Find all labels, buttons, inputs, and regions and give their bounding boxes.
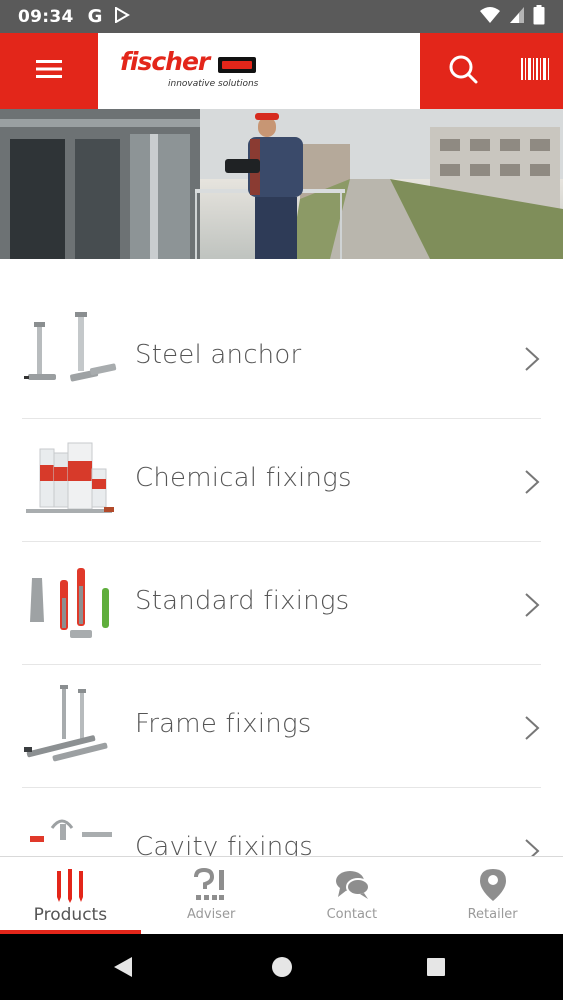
back-triangle-icon — [114, 957, 132, 977]
category-label: Chemical fixings — [135, 463, 352, 493]
bottom-navigation: Products Adviser Contact Retailer — [0, 856, 563, 935]
nav-label: Products — [33, 905, 108, 925]
brand-name: fischer — [120, 47, 210, 76]
battery-icon — [533, 4, 545, 29]
category-list: Steel anchor Chemical fixings Standard f… — [0, 296, 563, 911]
barcode-scan-button[interactable] — [506, 33, 563, 109]
list-item-steel-anchor[interactable]: Steel anchor — [22, 296, 541, 419]
nav-label: Retailer — [467, 907, 518, 922]
google-icon: G — [87, 6, 103, 27]
category-label: Steel anchor — [135, 340, 302, 370]
list-item-standard-fixings[interactable]: Standard fixings — [22, 542, 541, 665]
chevron-right-icon — [523, 715, 541, 741]
home-button[interactable] — [271, 956, 293, 982]
category-label: Standard fixings — [135, 586, 350, 616]
search-button[interactable] — [420, 33, 506, 109]
products-icon — [53, 867, 87, 903]
menu-button[interactable] — [0, 33, 98, 109]
steel-anchor-image — [22, 312, 118, 402]
adviser-icon — [193, 867, 229, 903]
system-navigation-bar — [0, 934, 563, 1000]
nav-tab-contact[interactable]: Contact — [282, 857, 423, 935]
chemical-fixings-image — [22, 435, 118, 525]
back-button[interactable] — [112, 956, 134, 982]
recents-square-icon — [427, 958, 445, 976]
app-header: fischer innovative solutions — [0, 33, 563, 109]
brand-tagline: innovative solutions — [168, 79, 259, 89]
brand-logo[interactable]: fischer innovative solutions — [98, 33, 420, 109]
chevron-right-icon — [523, 592, 541, 618]
home-circle-icon — [272, 957, 292, 977]
nav-tab-adviser[interactable]: Adviser — [141, 857, 282, 935]
nav-tab-retailer[interactable]: Retailer — [422, 857, 563, 935]
list-item-frame-fixings[interactable]: Frame fixings — [22, 665, 541, 788]
category-label: Frame fixings — [135, 709, 312, 739]
status-bar: 09:34 G — [0, 0, 563, 33]
recents-button[interactable] — [426, 957, 446, 981]
status-time: 09:34 — [18, 6, 74, 27]
wifi-icon — [479, 6, 501, 28]
play-store-icon — [114, 5, 131, 27]
frame-fixings-image — [22, 681, 118, 771]
nav-tab-products[interactable]: Products — [0, 857, 141, 935]
contact-chat-icon — [334, 867, 370, 903]
list-item-chemical-fixings[interactable]: Chemical fixings — [22, 419, 541, 542]
signal-icon — [509, 6, 525, 28]
hero-banner-image — [0, 109, 563, 259]
hamburger-menu-icon — [35, 58, 63, 84]
nav-label: Contact — [326, 907, 378, 922]
location-pin-icon — [479, 867, 507, 903]
chevron-right-icon — [523, 346, 541, 372]
search-icon — [448, 54, 478, 88]
brand-badge-icon — [218, 57, 256, 73]
chevron-right-icon — [523, 469, 541, 495]
barcode-scanner-icon — [520, 58, 549, 84]
standard-fixings-image — [22, 558, 118, 648]
nav-label: Adviser — [186, 907, 236, 922]
